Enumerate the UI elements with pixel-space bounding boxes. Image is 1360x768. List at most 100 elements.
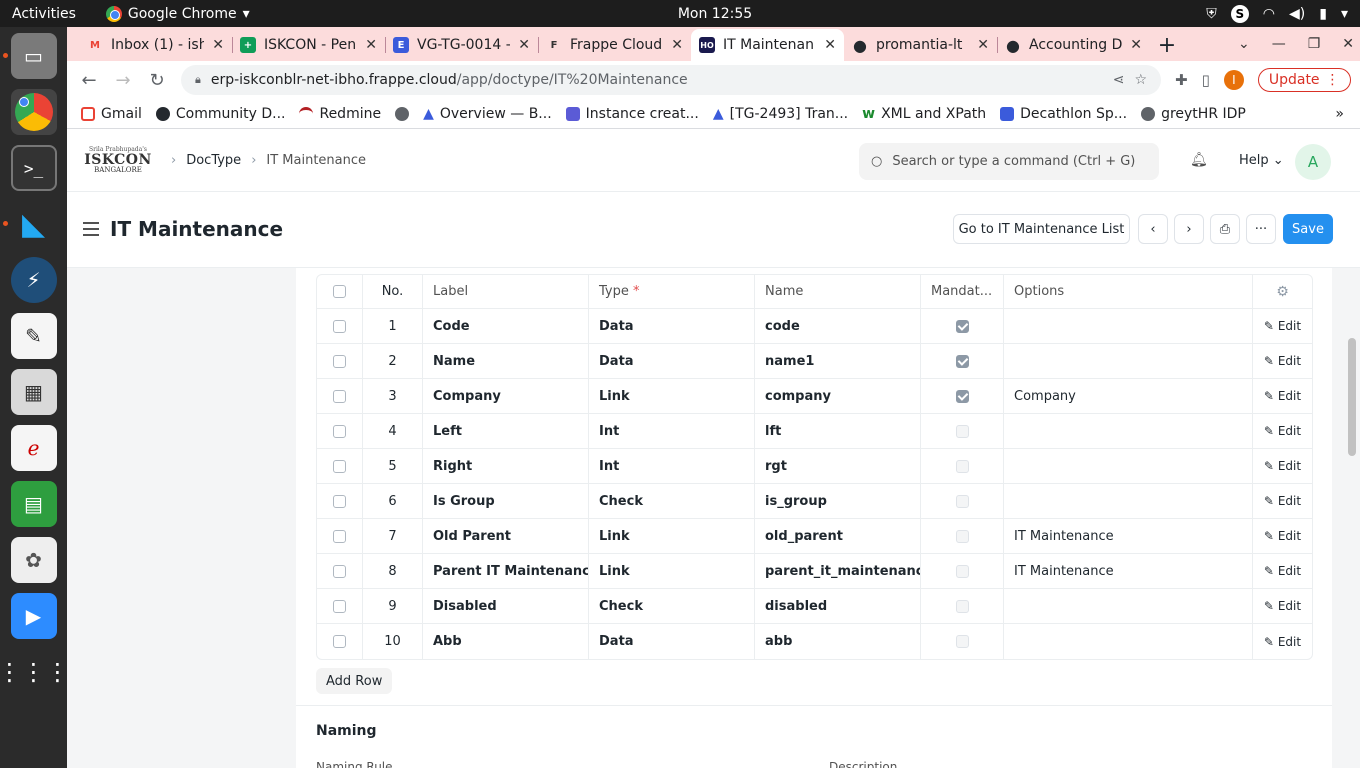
- row-edit-button[interactable]: ✎ Edit: [1253, 449, 1312, 483]
- gimp-icon[interactable]: ✿: [10, 537, 57, 583]
- chrome-dock-icon[interactable]: [10, 89, 57, 135]
- breadcrumb-doctype[interactable]: DocType: [186, 153, 241, 168]
- row-edit-button[interactable]: ✎ Edit: [1253, 484, 1312, 518]
- extensions-puzzle-icon[interactable]: ✚: [1175, 71, 1188, 89]
- table-row[interactable]: 5 Right Int rgt ✎ Edit: [317, 449, 1312, 484]
- grid-settings-icon[interactable]: ⚙: [1253, 275, 1312, 308]
- row-edit-button[interactable]: ✎ Edit: [1253, 309, 1312, 343]
- skype-icon[interactable]: S: [1230, 4, 1249, 23]
- tab-github-accounting[interactable]: ● Accounting D ✕: [997, 29, 1150, 61]
- select-all-cell[interactable]: [317, 275, 363, 308]
- bookmark-decathlon[interactable]: Decathlon Sp...: [1000, 106, 1127, 122]
- row-options[interactable]: [1004, 589, 1253, 623]
- row-fieldname[interactable]: abb: [755, 624, 921, 659]
- sidebar-toggle-icon[interactable]: [83, 222, 99, 240]
- tab-github-promantia[interactable]: ● promantia-lt ✕: [844, 29, 997, 61]
- star-bookmark-icon[interactable]: ☆: [1134, 72, 1147, 88]
- calculator-icon[interactable]: ▦: [10, 369, 57, 415]
- bookmark-greythr[interactable]: greytHR IDP: [1141, 106, 1246, 122]
- row-type[interactable]: Int: [589, 449, 755, 483]
- row-fieldname[interactable]: is_group: [755, 484, 921, 518]
- row-edit-button[interactable]: ✎ Edit: [1253, 589, 1312, 623]
- row-select-cell[interactable]: [317, 519, 363, 553]
- awesomebar-search-input[interactable]: ○ Search or type a command (Ctrl + G): [859, 143, 1159, 180]
- tab-search-chevron-icon[interactable]: ⌄: [1238, 36, 1250, 52]
- row-fieldname[interactable]: lft: [755, 414, 921, 448]
- forward-arrow-icon[interactable]: →: [113, 70, 133, 91]
- row-edit-button[interactable]: ✎ Edit: [1253, 414, 1312, 448]
- close-icon[interactable]: ✕: [977, 37, 989, 53]
- clock[interactable]: Mon 12:55: [0, 6, 1360, 22]
- row-edit-button[interactable]: ✎ Edit: [1253, 379, 1312, 413]
- row-select-cell[interactable]: [317, 379, 363, 413]
- bookmark-gmail[interactable]: Gmail: [81, 106, 142, 122]
- row-select-cell[interactable]: [317, 589, 363, 623]
- table-row[interactable]: 3 Company Link company Company ✎ Edit: [317, 379, 1312, 414]
- tab-sheets[interactable]: + ISKCON - Pen ✕: [232, 29, 385, 61]
- table-row[interactable]: 2 Name Data name1 ✎ Edit: [317, 344, 1312, 379]
- table-row[interactable]: 10 Abb Data abb ✎ Edit: [317, 624, 1312, 659]
- row-options[interactable]: [1004, 309, 1253, 343]
- row-label[interactable]: Abb: [423, 624, 589, 659]
- row-select-cell[interactable]: [317, 554, 363, 588]
- side-panel-icon[interactable]: ▯: [1202, 71, 1210, 89]
- volume-icon[interactable]: ◀): [1289, 6, 1305, 22]
- row-type[interactable]: Int: [589, 414, 755, 448]
- evince-icon[interactable]: ℯ: [10, 425, 57, 471]
- bookmark-redmine[interactable]: Redmine: [299, 106, 381, 122]
- minimize-icon[interactable]: —: [1272, 36, 1286, 52]
- print-button[interactable]: ⎙: [1210, 214, 1240, 244]
- close-icon[interactable]: ✕: [518, 37, 530, 53]
- battery-icon[interactable]: ▮: [1319, 6, 1327, 22]
- row-checkbox[interactable]: [333, 319, 346, 333]
- close-icon[interactable]: ✕: [1130, 37, 1142, 53]
- new-tab-plus-icon[interactable]: +: [1150, 29, 1184, 61]
- close-icon[interactable]: ✕: [365, 37, 377, 53]
- row-checkbox[interactable]: [333, 459, 346, 473]
- row-fieldname[interactable]: company: [755, 379, 921, 413]
- row-edit-button[interactable]: ✎ Edit: [1253, 624, 1312, 659]
- text-editor-icon[interactable]: ✎: [10, 313, 57, 359]
- row-select-cell[interactable]: [317, 344, 363, 378]
- bookmark-globe[interactable]: [395, 106, 410, 121]
- row-label[interactable]: Old Parent: [423, 519, 589, 553]
- share-icon[interactable]: ⋖: [1113, 72, 1125, 88]
- row-fieldname[interactable]: old_parent: [755, 519, 921, 553]
- close-icon[interactable]: ✕: [212, 37, 224, 53]
- breadcrumb-current[interactable]: IT Maintenance: [266, 153, 366, 168]
- row-checkbox[interactable]: [333, 354, 346, 368]
- table-row[interactable]: 8 Parent IT Maintenance Link parent_it_main…: [317, 554, 1312, 589]
- vscode-icon[interactable]: ◣: [2, 201, 57, 247]
- row-label[interactable]: Company: [423, 379, 589, 413]
- bookmark-community[interactable]: Community D...: [155, 106, 285, 122]
- row-select-cell[interactable]: [317, 449, 363, 483]
- row-select-cell[interactable]: [317, 624, 363, 659]
- spreadsheet-icon[interactable]: ▤: [10, 481, 57, 527]
- maximize-icon[interactable]: ❐: [1308, 36, 1321, 52]
- profile-avatar[interactable]: I: [1223, 70, 1244, 90]
- tab-erp[interactable]: E VG-TG-0014 - ✕: [385, 29, 538, 61]
- close-icon[interactable]: ✕: [824, 37, 836, 53]
- row-options[interactable]: IT Maintenance: [1004, 519, 1253, 553]
- wifi-icon[interactable]: ◠: [1263, 6, 1275, 22]
- row-checkbox[interactable]: [333, 635, 346, 648]
- row-options[interactable]: [1004, 344, 1253, 378]
- shield-icon[interactable]: ⛨: [1206, 6, 1217, 22]
- update-button[interactable]: Update ⋮: [1257, 68, 1351, 92]
- terminal-icon[interactable]: >_: [10, 145, 57, 191]
- zapp-icon[interactable]: ⚡: [10, 257, 57, 303]
- table-row[interactable]: 4 Left Int lft ✎ Edit: [317, 414, 1312, 449]
- lock-icon[interactable]: 🔒︎: [195, 73, 201, 87]
- close-icon[interactable]: ✕: [671, 37, 683, 53]
- table-row[interactable]: 6 Is Group Check is_group ✎ Edit: [317, 484, 1312, 519]
- bookmark-tg-2493[interactable]: ▲ [TG-2493] Tran...: [713, 106, 848, 122]
- row-checkbox[interactable]: [333, 529, 346, 543]
- row-checkbox[interactable]: [333, 424, 346, 438]
- previous-doc-button[interactable]: ‹: [1138, 214, 1168, 244]
- page-scrollbar[interactable]: [1348, 338, 1356, 456]
- row-type[interactable]: Check: [589, 589, 755, 623]
- row-edit-button[interactable]: ✎ Edit: [1253, 344, 1312, 378]
- row-select-cell[interactable]: [317, 484, 363, 518]
- row-type[interactable]: Data: [589, 624, 755, 659]
- row-select-cell[interactable]: [317, 414, 363, 448]
